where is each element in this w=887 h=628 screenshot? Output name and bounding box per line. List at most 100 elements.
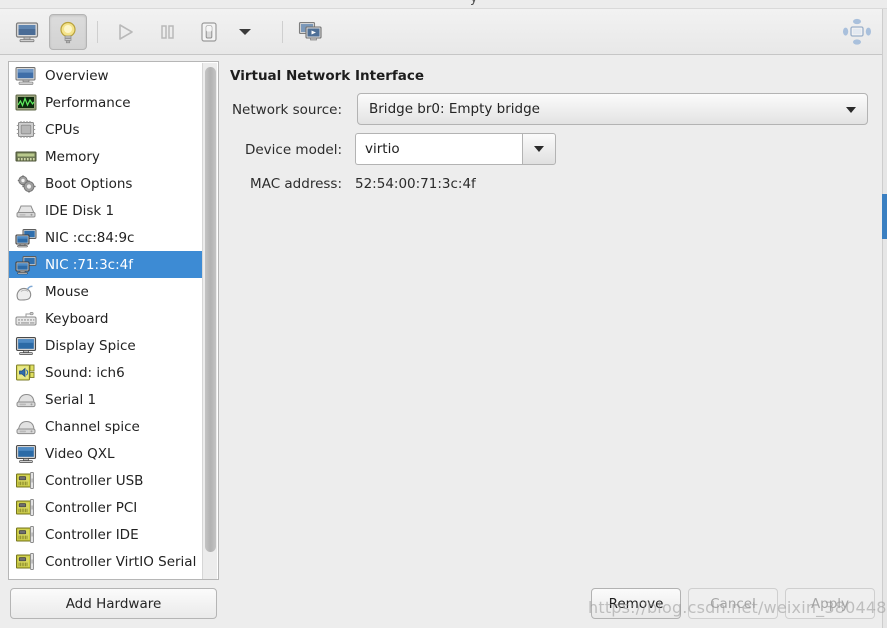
device-model-value: virtio bbox=[365, 141, 400, 157]
mouse-icon bbox=[15, 282, 37, 302]
pause-icon bbox=[161, 25, 174, 39]
background-window-highlight bbox=[882, 194, 887, 239]
sidebar-item-controller-usb[interactable]: Controller USB bbox=[9, 467, 203, 494]
card-icon bbox=[15, 471, 37, 491]
keyboard-icon bbox=[15, 309, 37, 329]
card-icon bbox=[15, 552, 37, 572]
monitor-icon bbox=[15, 66, 37, 86]
window-title-text: y bbox=[470, 0, 478, 6]
sidebar-item-label: CPUs bbox=[45, 121, 80, 138]
hardware-list[interactable]: Overview Performance CPUs Memory Boot Option… bbox=[8, 61, 219, 580]
lightbulb-icon bbox=[60, 21, 76, 44]
sidebar-item-controller-pci[interactable]: Controller PCI bbox=[9, 494, 203, 521]
sidebar-item-nic-71-3c-4f[interactable]: NIC :71:3c:4f bbox=[9, 251, 203, 278]
sidebar-item-display-spice[interactable]: Display Spice bbox=[9, 332, 203, 359]
mac-address-label: MAC address: bbox=[250, 176, 342, 192]
disk-icon bbox=[15, 201, 37, 221]
remove-button-label: Remove bbox=[608, 595, 664, 612]
device-model-label: Device model: bbox=[244, 142, 342, 158]
sidebar-item-keyboard[interactable]: Keyboard bbox=[9, 305, 203, 332]
network-source-combobox[interactable]: Bridge br0: Empty bridge bbox=[357, 93, 868, 125]
memory-icon bbox=[15, 147, 37, 167]
graph-icon bbox=[15, 93, 37, 113]
snapshots-button[interactable] bbox=[292, 14, 330, 50]
add-hardware-button[interactable]: Add Hardware bbox=[10, 588, 217, 619]
sidebar-item-label: Channel spice bbox=[45, 418, 140, 435]
network-icon bbox=[15, 228, 37, 248]
gears-icon bbox=[15, 174, 37, 194]
shutdown-button[interactable] bbox=[190, 14, 228, 50]
device-model-combobox[interactable]: virtio bbox=[355, 133, 556, 165]
sidebar-item-overview[interactable]: Overview bbox=[9, 62, 203, 89]
sidebar-item-nic-cc-84-9c[interactable]: NIC :cc:84:9c bbox=[9, 224, 203, 251]
sidebar-item-controller-ide[interactable]: Controller IDE bbox=[9, 521, 203, 548]
hardware-list-rows: Overview Performance CPUs Memory Boot Option… bbox=[9, 62, 203, 579]
sidebar-item-label: Controller VirtIO Serial bbox=[45, 553, 197, 570]
display-icon bbox=[15, 444, 37, 464]
serial-icon bbox=[15, 390, 37, 410]
hardware-list-scrollbar[interactable] bbox=[202, 63, 217, 579]
sidebar-item-label: Controller PCI bbox=[45, 499, 138, 516]
mac-address-value: 52:54:00:71:3c:4f bbox=[355, 176, 476, 192]
console-view-button[interactable] bbox=[8, 14, 46, 50]
pause-button[interactable] bbox=[148, 14, 186, 50]
display-icon bbox=[15, 336, 37, 356]
run-button[interactable] bbox=[106, 14, 144, 50]
window-title-sliver: y bbox=[0, 0, 887, 9]
sidebar-item-controller-virtio-serial[interactable]: Controller VirtIO Serial bbox=[9, 548, 203, 575]
screens-icon bbox=[298, 21, 322, 41]
toolbar-separator-2 bbox=[282, 21, 283, 43]
play-icon bbox=[119, 24, 133, 40]
sidebar-item-label: IDE Disk 1 bbox=[45, 202, 115, 219]
hardware-list-scroll-thumb[interactable] bbox=[205, 67, 216, 552]
remove-button[interactable]: Remove bbox=[591, 588, 681, 619]
sidebar-item-label: Keyboard bbox=[45, 310, 109, 327]
sidebar-item-cpus[interactable]: CPUs bbox=[9, 116, 203, 143]
details-view-button[interactable] bbox=[49, 14, 87, 50]
sidebar-item-ide-disk-1[interactable]: IDE Disk 1 bbox=[9, 197, 203, 224]
cancel-button-label: Cancel bbox=[710, 595, 756, 612]
sound-icon bbox=[15, 363, 37, 383]
sidebar-item-label: Sound: ich6 bbox=[45, 364, 125, 381]
chevron-down-icon bbox=[534, 146, 544, 152]
sidebar-item-channel-spice[interactable]: Channel spice bbox=[9, 413, 203, 440]
sidebar-item-sound-ich6[interactable]: Sound: ich6 bbox=[9, 359, 203, 386]
network-source-label: Network source: bbox=[231, 102, 342, 118]
power-switch-icon bbox=[201, 22, 217, 42]
card-icon bbox=[15, 498, 37, 518]
network-source-value: Bridge br0: Empty bridge bbox=[369, 101, 540, 117]
sidebar-item-label: NIC :cc:84:9c bbox=[45, 229, 135, 246]
sidebar-item-label: Mouse bbox=[45, 283, 89, 300]
device-model-input[interactable]: virtio bbox=[355, 133, 522, 165]
sidebar-item-label: Controller USB bbox=[45, 472, 144, 489]
device-model-dropdown-button[interactable] bbox=[522, 133, 556, 165]
sidebar-item-label: Controller IDE bbox=[45, 526, 139, 543]
apply-button[interactable]: Apply bbox=[785, 588, 875, 619]
sidebar-item-mouse[interactable]: Mouse bbox=[9, 278, 203, 305]
sidebar-item-label: Serial 1 bbox=[45, 391, 97, 408]
monitor-icon bbox=[15, 22, 39, 43]
cpu-icon bbox=[15, 120, 37, 140]
fullscreen-icon bbox=[843, 18, 871, 45]
serial-icon bbox=[15, 417, 37, 437]
fullscreen-button[interactable] bbox=[841, 14, 873, 50]
sidebar-item-label: Boot Options bbox=[45, 175, 133, 192]
chevron-down-icon bbox=[846, 107, 856, 113]
sidebar-item-label: Display Spice bbox=[45, 337, 136, 354]
sidebar-item-label: Overview bbox=[45, 67, 109, 84]
sidebar-item-video-qxl[interactable]: Video QXL bbox=[9, 440, 203, 467]
card-icon bbox=[15, 525, 37, 545]
shutdown-menu-button[interactable] bbox=[232, 14, 258, 50]
panel-title: Virtual Network Interface bbox=[230, 68, 425, 84]
sidebar-item-serial-1[interactable]: Serial 1 bbox=[9, 386, 203, 413]
apply-button-label: Apply bbox=[810, 595, 850, 612]
sidebar-item-label: NIC :71:3c:4f bbox=[45, 256, 133, 273]
network-icon bbox=[15, 255, 37, 275]
cancel-button[interactable]: Cancel bbox=[688, 588, 778, 619]
virt-manager-details-window: y bbox=[0, 0, 887, 628]
toolbar bbox=[0, 9, 887, 55]
toolbar-separator-1 bbox=[97, 21, 98, 43]
background-window-edge bbox=[882, 9, 887, 628]
sidebar-item-label: Performance bbox=[45, 94, 131, 111]
sidebar-item-label: Video QXL bbox=[45, 445, 115, 462]
